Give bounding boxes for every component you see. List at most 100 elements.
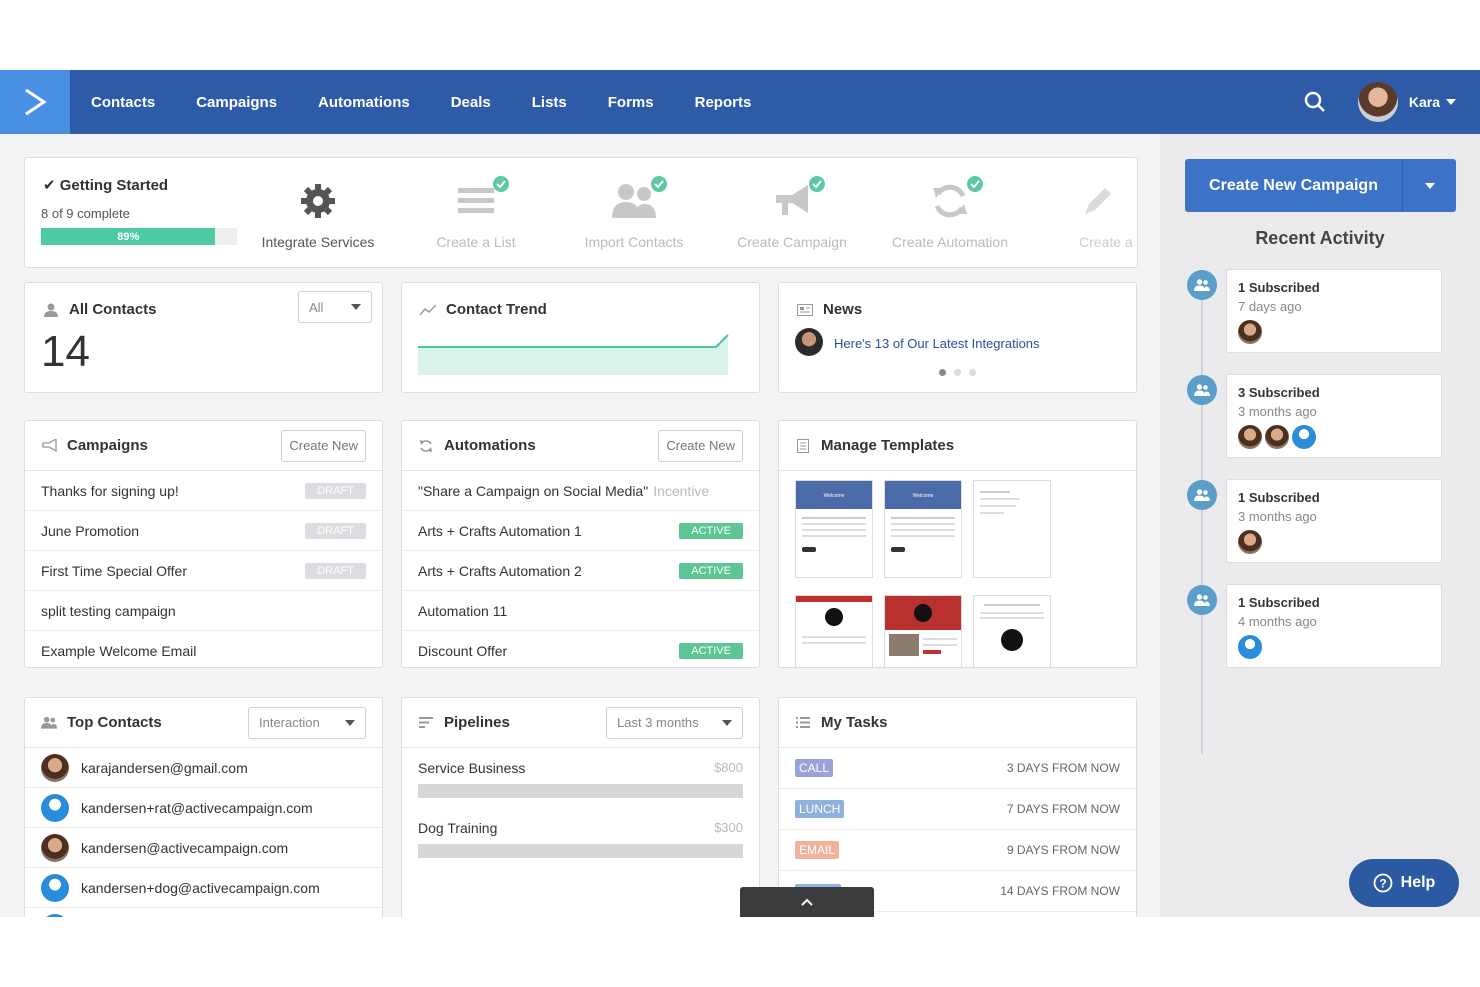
automations-card: Automations Create New "Share a Campaign… <box>401 420 760 668</box>
nav-right: Kara <box>1304 70 1456 134</box>
template-thumbnail[interactable] <box>795 595 873 667</box>
contact-row[interactable]: kandersen@activecampaign.com <box>25 828 382 868</box>
help-button[interactable]: ? Help <box>1349 859 1459 907</box>
list-item[interactable]: Automation 11 <box>402 591 759 631</box>
pipelines-card: Pipelines Last 3 months Service Business… <box>401 697 760 917</box>
top-contacts-title: Top Contacts <box>67 714 162 731</box>
contact-trend-card: Contact Trend <box>401 282 760 393</box>
nav-forms[interactable]: Forms <box>608 94 654 111</box>
task-row[interactable]: CALL 3 DAYS FROM NOW <box>779 748 1136 789</box>
nav-campaigns[interactable]: Campaigns <box>196 94 277 111</box>
progress-text: 8 of 9 complete <box>41 206 130 221</box>
refresh-icon <box>933 184 967 218</box>
tasks-card: My Tasks CALL 3 DAYS FROM NOW LUNCH 7 DAYS… <box>778 697 1137 917</box>
nav-reports[interactable]: Reports <box>695 94 752 111</box>
activity-card[interactable]: 1 Subscribed 3 months ago <box>1226 479 1442 563</box>
pipelines-filter-select[interactable]: Last 3 months <box>606 706 743 739</box>
list-item[interactable]: Discount Offer ACTIVE <box>402 631 759 667</box>
tasks-header: My Tasks <box>779 698 1136 748</box>
template-thumbnail[interactable]: Welcome <box>795 480 873 578</box>
campaign-options-dropdown[interactable] <box>1403 159 1456 212</box>
automations-header: Automations Create New <box>402 421 759 471</box>
pagination-dot-active[interactable] <box>939 369 946 376</box>
task-type-badge: EMAIL <box>795 841 840 859</box>
list-item[interactable]: First Time Special Offer DRAFT <box>25 551 382 591</box>
template-thumbnail[interactable] <box>884 595 962 667</box>
task-list-icon <box>795 715 811 731</box>
nav-deals[interactable]: Deals <box>451 94 491 111</box>
search-icon[interactable] <box>1304 91 1326 113</box>
chevron-down-icon <box>351 304 361 310</box>
activity-card[interactable]: 1 Subscribed 7 days ago <box>1226 269 1442 353</box>
task-row[interactable]: EMAIL 9 DAYS FROM NOW <box>779 830 1136 871</box>
list-item[interactable]: Arts + Crafts Automation 1 ACTIVE <box>402 511 759 551</box>
pipeline-bar <box>418 784 743 798</box>
avatar <box>41 913 69 917</box>
nav-automations[interactable]: Automations <box>318 94 410 111</box>
pipeline-row[interactable]: Service Business $800 <box>402 760 759 798</box>
templates-title: Manage Templates <box>821 437 955 454</box>
step-create-list[interactable]: Create a List <box>401 176 551 250</box>
step-create-form[interactable]: Create a I <box>1033 176 1137 250</box>
pagination-dot[interactable] <box>954 369 961 376</box>
avatar[interactable] <box>1238 635 1262 659</box>
pipelines-title: Pipelines <box>444 714 510 731</box>
top-contacts-filter-select[interactable]: Interaction <box>248 706 366 739</box>
pipeline-row[interactable]: Dog Training $300 <box>402 820 759 858</box>
logo[interactable] <box>0 70 70 134</box>
create-new-campaign-button[interactable]: Create New Campaign <box>1185 159 1403 212</box>
tasks-title: My Tasks <box>821 714 888 731</box>
contact-row[interactable]: karajandersen@gmail.com <box>25 748 382 788</box>
chevron-up-icon <box>801 898 813 906</box>
gear-icon <box>301 184 335 218</box>
avatar[interactable] <box>1292 425 1316 449</box>
avatar[interactable] <box>1238 425 1262 449</box>
list-icon <box>458 188 494 213</box>
user-avatar[interactable] <box>1357 82 1398 122</box>
avatar[interactable] <box>1265 425 1289 449</box>
template-thumbnail[interactable]: Welcome <box>884 480 962 578</box>
step-integrate-services[interactable]: Integrate Services <box>243 176 393 250</box>
avatar[interactable] <box>1238 530 1262 554</box>
status-badge: ACTIVE <box>679 522 743 539</box>
collapse-panel-tab[interactable] <box>740 887 874 917</box>
task-row[interactable]: LUNCH 7 DAYS FROM NOW <box>779 789 1136 830</box>
activity-card[interactable]: 1 Subscribed 4 months ago <box>1226 584 1442 668</box>
create-campaign-button[interactable]: Create New <box>281 429 366 462</box>
activity-card[interactable]: 3 Subscribed 3 months ago <box>1226 374 1442 458</box>
contact-row[interactable] <box>25 908 382 917</box>
megaphone-icon <box>41 438 57 454</box>
template-thumbnail[interactable] <box>973 595 1051 667</box>
progress-bar: 89% <box>41 228 237 245</box>
create-automation-button[interactable]: Create New <box>658 429 743 462</box>
step-import-contacts[interactable]: Import Contacts <box>559 176 709 250</box>
status-badge: DRAFT <box>305 522 366 539</box>
help-icon: ? <box>1373 873 1393 893</box>
list-item[interactable]: June Promotion DRAFT <box>25 511 382 551</box>
nav-contacts[interactable]: Contacts <box>91 94 155 111</box>
list-item[interactable]: split testing campaign <box>25 591 382 631</box>
newspaper-icon <box>797 302 813 318</box>
step-create-campaign[interactable]: Create Campaign <box>717 176 867 250</box>
list-item[interactable]: Thanks for signing up! DRAFT <box>25 471 382 511</box>
template-thumbnail[interactable] <box>973 480 1051 578</box>
refresh-icon <box>418 438 434 454</box>
list-item[interactable]: Example Welcome Email <box>25 631 382 667</box>
completed-check-icon <box>651 176 667 192</box>
pagination-dot[interactable] <box>969 369 976 376</box>
avatar[interactable] <box>1238 320 1262 344</box>
avatar <box>41 873 69 902</box>
trend-line-icon <box>420 302 436 318</box>
top-navigation: Contacts Campaigns Automations Deals Lis… <box>0 70 1480 134</box>
contacts-filter-select[interactable]: All <box>298 291 372 323</box>
pipelines-header: Pipelines Last 3 months <box>402 698 759 748</box>
contact-row[interactable]: kandersen+rat@activecampaign.com <box>25 788 382 828</box>
contact-row[interactable]: kandersen+dog@activecampaign.com <box>25 868 382 908</box>
step-create-automation[interactable]: Create Automation <box>875 176 1025 250</box>
list-item[interactable]: Arts + Crafts Automation 2 ACTIVE <box>402 551 759 591</box>
user-name[interactable]: Kara <box>1409 94 1440 110</box>
news-headline-link[interactable]: Here's 13 of Our Latest Integrations <box>834 336 1040 351</box>
chevron-down-icon[interactable] <box>1446 99 1456 105</box>
list-item[interactable]: "Share a Campaign on Social Media" Incent… <box>402 471 759 511</box>
nav-lists[interactable]: Lists <box>532 94 567 111</box>
